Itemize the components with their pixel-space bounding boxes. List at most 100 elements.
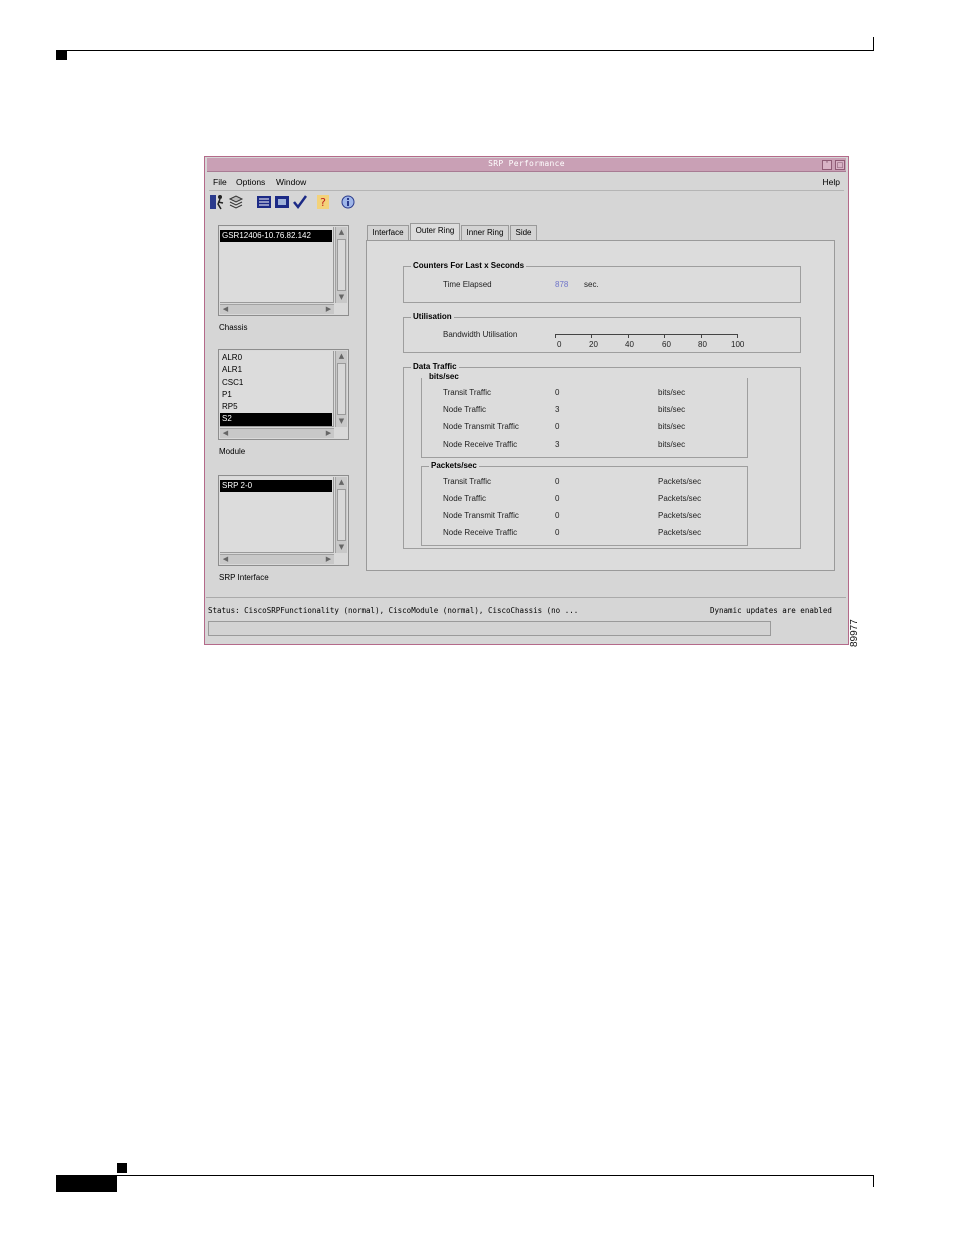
list-item[interactable]: GSR12406-10.76.82.142 <box>220 230 332 243</box>
figure-number: 89977 <box>849 619 860 647</box>
check-icon[interactable] <box>292 194 308 210</box>
page-footer-block <box>56 1175 117 1192</box>
time-elapsed-value: 878 <box>555 280 569 289</box>
scale-label: 60 <box>662 340 671 349</box>
info-icon[interactable] <box>340 194 356 210</box>
scroll-up-icon[interactable]: ▲ <box>337 228 346 237</box>
scale-tick <box>591 335 592 338</box>
scroll-down-icon[interactable]: ▼ <box>337 417 346 426</box>
module-horizontal-scrollbar[interactable]: ◀ ▶ <box>220 428 334 438</box>
maximize-icon[interactable]: □ <box>835 160 845 170</box>
scale-label: 40 <box>625 340 634 349</box>
scroll-thumb[interactable] <box>337 363 346 415</box>
help-icon[interactable]: ? <box>315 194 331 210</box>
tab-interface[interactable]: Interface <box>367 225 409 240</box>
srp-interface-vertical-scrollbar[interactable]: ▲ ▼ <box>335 477 347 553</box>
scroll-thumb[interactable] <box>337 239 346 291</box>
list-item[interactable]: RP5 <box>220 401 333 413</box>
page-header-marker <box>56 51 67 60</box>
packets-row-value: 0 <box>555 477 560 486</box>
scale-tick <box>701 335 702 338</box>
list-item[interactable]: ALR0 <box>220 352 333 364</box>
scroll-up-icon[interactable]: ▲ <box>337 478 346 487</box>
menu-options[interactable]: Options <box>236 177 265 187</box>
time-elapsed-label: Time Elapsed <box>443 280 492 289</box>
status-message-field <box>208 621 771 636</box>
status-bar: Status: CiscoSRPFunctionality (normal), … <box>206 603 832 617</box>
utilisation-legend: Utilisation <box>411 312 454 321</box>
packets-row-label: Node Receive Traffic <box>443 528 518 537</box>
bits-row-label: Node Receive Traffic <box>443 440 518 449</box>
list-item[interactable]: ALR1 <box>220 364 333 376</box>
scroll-left-icon[interactable]: ◀ <box>221 305 230 314</box>
bits-row-unit: bits/sec <box>658 388 686 397</box>
page-header-rule <box>56 50 874 51</box>
bits-row-unit: bits/sec <box>658 422 686 431</box>
bits-row-label: Node Transmit Traffic <box>443 422 519 431</box>
scale-tick <box>664 335 665 338</box>
menu-help[interactable]: Help <box>823 177 840 187</box>
srp-interface-horizontal-scrollbar[interactable]: ◀ ▶ <box>220 554 334 564</box>
scroll-thumb[interactable] <box>337 489 346 541</box>
packets-row-unit: Packets/sec <box>658 511 702 520</box>
packets-row-label: Node Traffic <box>443 494 486 503</box>
srp-interface-list-items: SRP 2-0 <box>220 477 334 553</box>
list-item[interactable]: P1 <box>220 389 333 401</box>
module-label: Module <box>219 447 246 456</box>
bits-row-value: 0 <box>555 388 560 397</box>
chassis-vertical-scrollbar[interactable]: ▲ ▼ <box>335 227 347 303</box>
chassis-horizontal-scrollbar[interactable]: ◀ ▶ <box>220 304 334 314</box>
srp-interface-list[interactable]: SRP 2-0 ▲ ▼ ◀ ▶ <box>218 475 349 566</box>
window-icon[interactable] <box>274 194 290 210</box>
page-footer-rule <box>56 1175 874 1176</box>
tab-side[interactable]: Side <box>510 225 537 240</box>
list-item[interactable]: CSC1 <box>220 377 333 389</box>
scale-label: 20 <box>589 340 598 349</box>
tab-inner-ring[interactable]: Inner Ring <box>461 225 509 240</box>
module-list-items: ALR0 ALR1 CSC1 P1 RP5 S2 <box>220 351 334 427</box>
module-vertical-scrollbar[interactable]: ▲ ▼ <box>335 351 347 427</box>
scroll-down-icon[interactable]: ▼ <box>337 293 346 302</box>
exit-icon[interactable] <box>209 194 225 210</box>
scale-label: 100 <box>731 340 745 349</box>
window-title: SRP Performance <box>488 159 565 168</box>
list-item[interactable]: S2 <box>220 413 332 426</box>
scroll-left-icon[interactable]: ◀ <box>221 429 230 438</box>
list-icon[interactable] <box>256 194 272 210</box>
scale-tick <box>555 335 556 338</box>
bits-per-sec-legend: bits/sec <box>429 372 459 381</box>
layers-icon[interactable] <box>228 194 244 210</box>
list-item[interactable]: SRP 2-0 <box>220 480 332 493</box>
status-text: Status: CiscoSRPFunctionality (normal), … <box>208 606 579 615</box>
scroll-right-icon[interactable]: ▶ <box>324 305 333 314</box>
packets-row-label: Transit Traffic <box>443 477 492 486</box>
packets-row-value: 0 <box>555 528 560 537</box>
scroll-down-icon[interactable]: ▼ <box>337 543 346 552</box>
scale-tick <box>737 335 738 338</box>
module-list[interactable]: ALR0 ALR1 CSC1 P1 RP5 S2 ▲ ▼ ◀ ▶ <box>218 349 349 440</box>
bits-row-value: 3 <box>555 440 560 449</box>
bits-row-unit: bits/sec <box>658 405 686 414</box>
scroll-right-icon[interactable]: ▶ <box>324 429 333 438</box>
scroll-up-icon[interactable]: ▲ <box>337 352 346 361</box>
minimize-icon[interactable]: ˆ <box>822 160 832 170</box>
status-separator <box>206 597 846 598</box>
title-bar[interactable]: SRP Performance ˆ □ <box>207 158 846 172</box>
packets-row-value: 0 <box>555 494 560 503</box>
bits-row-value: 3 <box>555 405 560 414</box>
dynamic-updates-status: Dynamic updates are enabled <box>710 606 832 615</box>
packets-row-unit: Packets/sec <box>658 494 702 503</box>
packets-row-value: 0 <box>555 511 560 520</box>
bandwidth-utilisation-label: Bandwidth Utilisation <box>443 330 518 339</box>
scroll-left-icon[interactable]: ◀ <box>221 555 230 564</box>
packets-row-label: Node Transmit Traffic <box>443 511 519 520</box>
menu-window[interactable]: Window <box>276 177 306 187</box>
bandwidth-utilisation-bar <box>555 334 738 335</box>
time-elapsed-unit: sec. <box>584 280 599 289</box>
tab-outer-ring[interactable]: Outer Ring <box>410 223 460 241</box>
chassis-list-items: GSR12406-10.76.82.142 <box>220 227 334 303</box>
scroll-right-icon[interactable]: ▶ <box>324 555 333 564</box>
menu-file[interactable]: File <box>213 177 227 187</box>
chassis-list[interactable]: GSR12406-10.76.82.142 ▲ ▼ ◀ ▶ <box>218 225 349 316</box>
srp-interface-label: SRP Interface <box>219 573 269 582</box>
